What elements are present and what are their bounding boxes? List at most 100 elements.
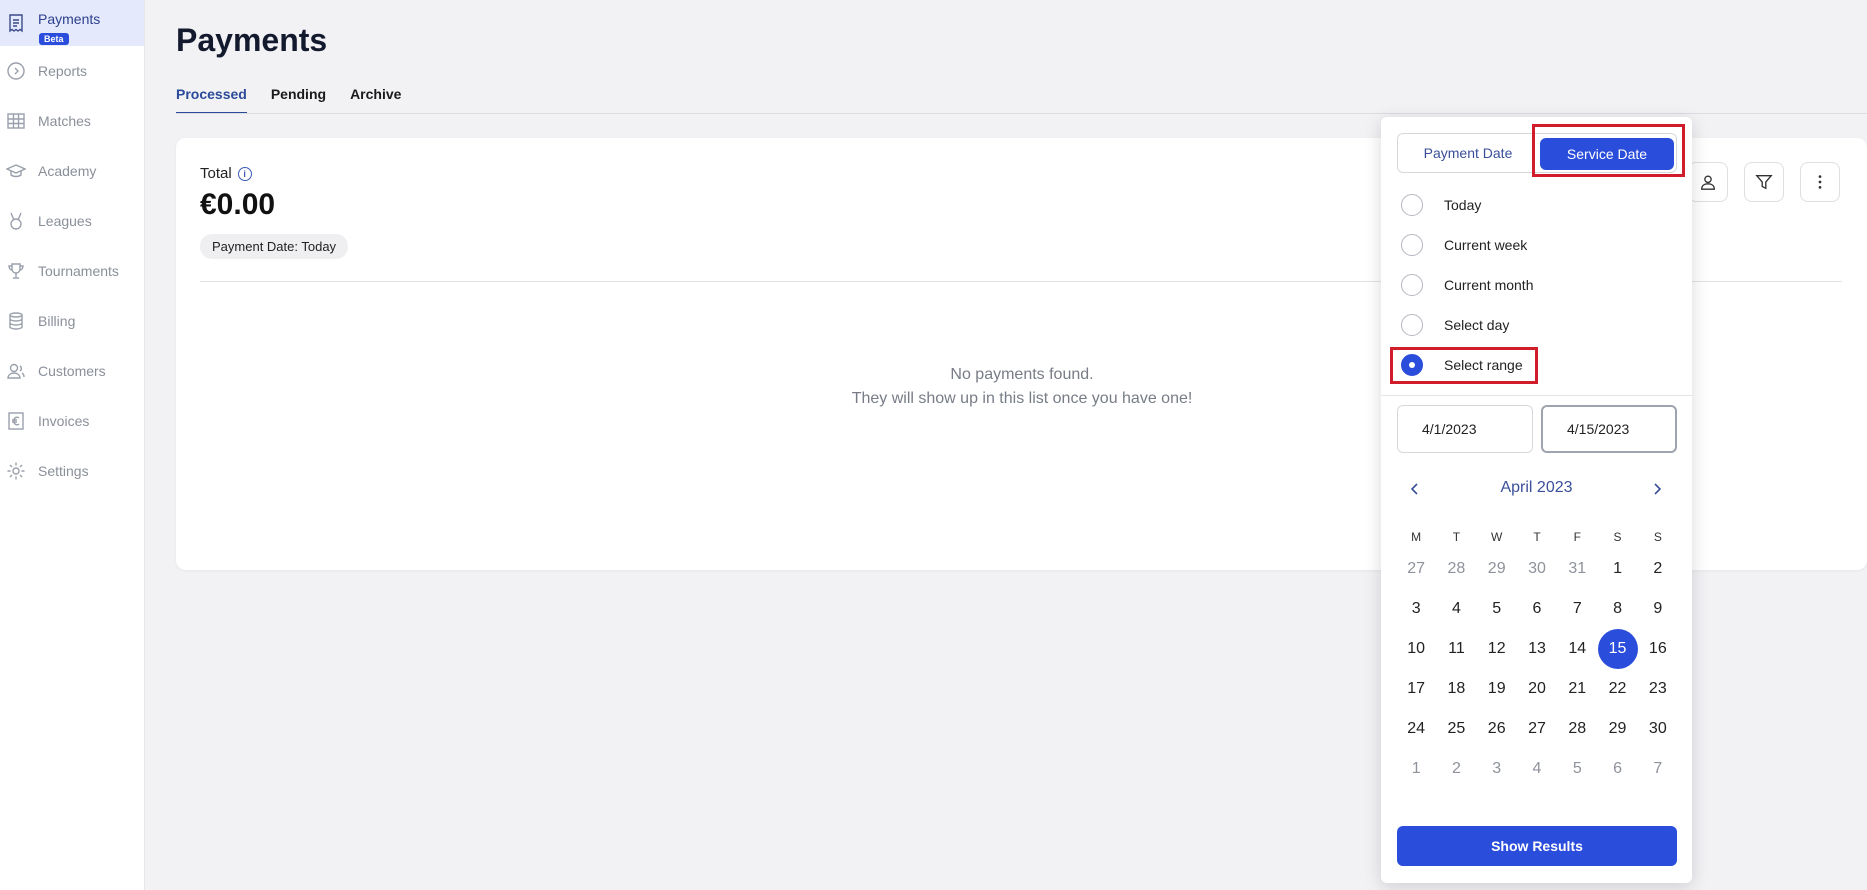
sidebar-item-label: Payments (38, 11, 101, 27)
calendar-day-label: 3 (1492, 760, 1502, 777)
calendar-day[interactable]: 18 (1436, 669, 1476, 709)
calendar-day[interactable]: 7 (1557, 589, 1597, 629)
sidebar-item-academy[interactable]: Academy (0, 146, 144, 196)
calendar-day[interactable]: 3 (1477, 749, 1517, 789)
calendar-day[interactable]: 6 (1517, 589, 1557, 629)
sidebar-item-invoices[interactable]: Invoices (0, 396, 144, 446)
info-icon[interactable]: i (237, 166, 252, 181)
show-results-button[interactable]: Show Results (1397, 826, 1677, 866)
calendar-day-label: 2 (1451, 760, 1461, 777)
sidebar-item-tournaments[interactable]: Tournaments (0, 246, 144, 296)
tab-archive[interactable]: Archive (350, 86, 401, 114)
calendar-week-row: 1 2 3 4 5 6 7 (1396, 749, 1678, 789)
sidebar-item-label: Tournaments (38, 263, 119, 279)
calendar-day[interactable]: 29 (1597, 709, 1637, 749)
sidebar-item-label: Settings (38, 463, 89, 479)
calendar-day[interactable]: 7 (1638, 749, 1678, 789)
page-title: Payments (176, 22, 328, 58)
option-today[interactable]: Today (1401, 192, 1481, 218)
calendar-day[interactable]: 13 (1517, 629, 1557, 669)
calendar-day[interactable]: 14 (1557, 629, 1597, 669)
calendar-day[interactable]: 1 (1396, 749, 1436, 789)
calendar-day[interactable]: 30 (1638, 709, 1678, 749)
sidebar-item-reports[interactable]: Reports (0, 46, 144, 96)
option-label: Current month (1444, 277, 1534, 293)
calendar-day[interactable]: 12 (1477, 629, 1517, 669)
user-filter-button[interactable] (1688, 162, 1728, 202)
sidebar-item-settings[interactable]: Settings (0, 446, 144, 496)
calendar-day-label: 5 (1492, 600, 1502, 617)
calendar-week-row: 3 4 5 6 7 8 9 (1396, 589, 1678, 629)
sidebar-item-payments[interactable]: Payments Beta (0, 0, 144, 46)
option-current-month[interactable]: Current month (1401, 272, 1533, 298)
calendar-day[interactable]: 27 (1517, 709, 1557, 749)
radio-today[interactable] (1401, 194, 1423, 216)
calendar-day[interactable]: 2 (1436, 749, 1476, 789)
calendar-day[interactable]: 19 (1477, 669, 1517, 709)
option-label: Select day (1444, 317, 1510, 333)
calendar-day[interactable]: 10 (1396, 629, 1436, 669)
calendar-day-label: 30 (1528, 560, 1546, 577)
gear-icon (5, 460, 27, 482)
calendar-day[interactable]: 2 (1638, 549, 1678, 589)
weekday-label: F (1573, 530, 1581, 544)
calendar-day-label: 1 (1411, 760, 1421, 777)
calendar-day[interactable]: 31 (1557, 549, 1597, 589)
sidebar-item-customers[interactable]: Customers (0, 346, 144, 396)
start-date-input[interactable] (1397, 405, 1533, 453)
calendar-day[interactable]: 25 (1436, 709, 1476, 749)
option-select-day[interactable]: Select day (1401, 312, 1509, 338)
sidebar-item-matches[interactable]: Matches (0, 96, 144, 146)
calendar-day[interactable]: 28 (1436, 549, 1476, 589)
calendar-day[interactable]: 17 (1396, 669, 1436, 709)
calendar-day[interactable]: 20 (1517, 669, 1557, 709)
database-icon (5, 310, 27, 332)
calendar-day[interactable]: 26 (1477, 709, 1517, 749)
end-date-input[interactable] (1541, 405, 1677, 453)
calendar-day[interactable]: 22 (1597, 669, 1637, 709)
payment-date-chip[interactable]: Payment Date: Today (200, 234, 349, 259)
calendar-day[interactable]: 27 (1396, 549, 1436, 589)
payment-date-button[interactable]: Payment Date (1398, 134, 1538, 172)
calendar-day[interactable]: 5 (1477, 589, 1517, 629)
calendar-day[interactable]: 24 (1396, 709, 1436, 749)
calendar-day[interactable]: 4 (1517, 749, 1557, 789)
total-value: €0.00 (200, 188, 276, 221)
calendar-day-label: 9 (1653, 600, 1663, 617)
calendar-day-label: 29 (1487, 560, 1506, 577)
tab-processed[interactable]: Processed (176, 86, 247, 114)
calendar-day-label: 18 (1447, 680, 1466, 697)
calendar-day[interactable]: 11 (1436, 629, 1476, 669)
sidebar-item-billing[interactable]: Billing (0, 296, 144, 346)
calendar-day[interactable]: 23 (1638, 669, 1678, 709)
next-month-button[interactable] (1645, 477, 1669, 501)
calendar-day[interactable]: 4 (1436, 589, 1476, 629)
calendar-day[interactable]: 30 (1517, 549, 1557, 589)
calendar-day[interactable]: 1 (1597, 549, 1637, 589)
more-button[interactable] (1800, 162, 1840, 202)
calendar-day[interactable]: 29 (1477, 549, 1517, 589)
calendar-day-label: 30 (1648, 720, 1667, 737)
total-label: Total i (200, 165, 252, 182)
calendar-day[interactable]: 6 (1597, 749, 1637, 789)
radio-current-week[interactable] (1401, 234, 1423, 256)
calendar-day[interactable]: 8 (1597, 589, 1637, 629)
radio-select-day[interactable] (1401, 314, 1423, 336)
calendar-day[interactable]: 21 (1557, 669, 1597, 709)
sidebar-item-leagues[interactable]: Leagues (0, 196, 144, 246)
calendar-day[interactable]: 16 (1638, 629, 1678, 669)
option-current-week[interactable]: Current week (1401, 232, 1527, 258)
calendar-day-label: 22 (1608, 680, 1627, 697)
radio-current-month[interactable] (1401, 274, 1423, 296)
calendar-day-label: 27 (1528, 720, 1546, 737)
calendar-day-label: 29 (1608, 720, 1627, 737)
calendar-day-selected[interactable]: 15 (1597, 629, 1638, 669)
calendar-day[interactable]: 3 (1396, 589, 1436, 629)
filter-button[interactable] (1744, 162, 1784, 202)
calendar-day[interactable]: 5 (1557, 749, 1597, 789)
option-label: Current week (1444, 237, 1528, 253)
calendar-day[interactable]: 9 (1638, 589, 1678, 629)
calendar-day[interactable]: 28 (1557, 709, 1597, 749)
filter-icon (1755, 175, 1773, 190)
tab-pending[interactable]: Pending (271, 86, 326, 114)
